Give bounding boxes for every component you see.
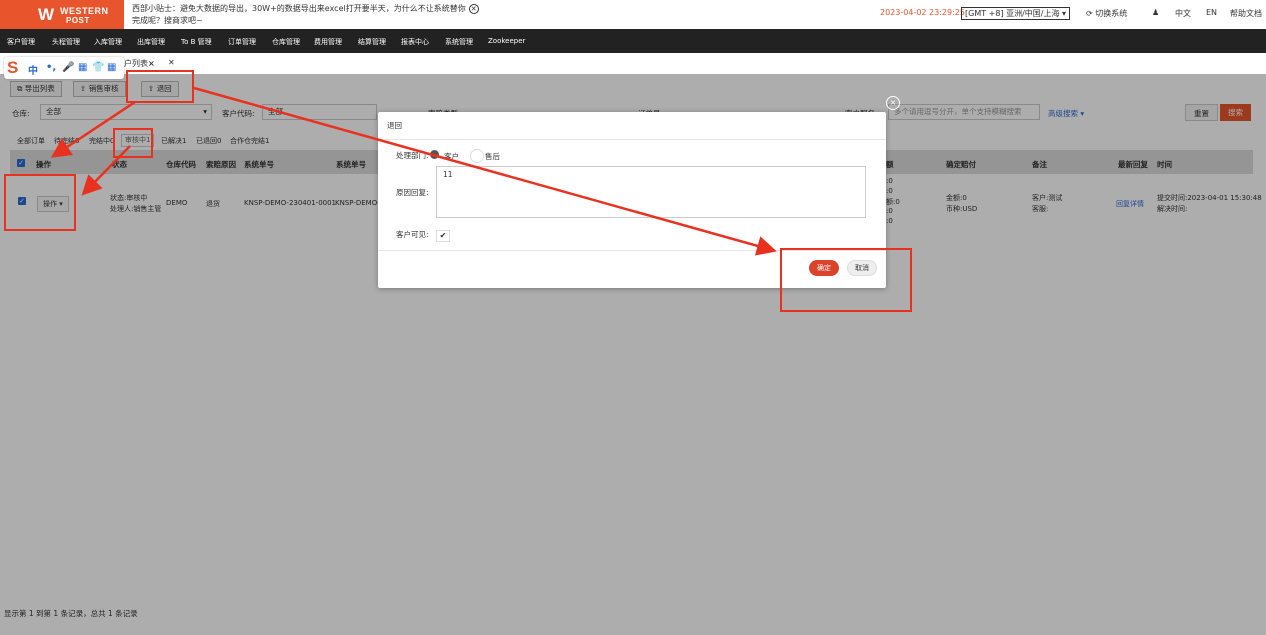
nav-item-tob[interactable]: To B 管理 [181, 37, 212, 47]
nav-item-outbound[interactable]: 出库管理 [137, 37, 165, 47]
annotation-box-row-select [4, 174, 76, 231]
main-nav: 客户管理 头程管理 入库管理 出库管理 To B 管理 订单管理 仓库管理 费用… [0, 29, 1266, 53]
microphone-icon[interactable]: 🎤 [62, 62, 74, 73]
lang-en-button[interactable]: EN [1206, 8, 1217, 17]
logo-text-bottom: POST [66, 16, 90, 25]
dialog-divider [378, 139, 886, 140]
timezone-select[interactable]: [GMT +8] 亚洲/中国/上海 ▾ [961, 7, 1071, 20]
reason-label: 原因回复: [396, 188, 429, 197]
nav-item-inbound[interactable]: 入库管理 [94, 37, 122, 47]
apps-grid-icon[interactable]: ▦ [107, 62, 116, 73]
radio-aftersale[interactable] [470, 149, 484, 163]
nav-item-zookeeper[interactable]: Zookeeper [488, 37, 525, 45]
dialog-title: 退回 [387, 121, 402, 130]
nav-item-firstleg[interactable]: 头程管理 [52, 37, 80, 47]
nav-item-orders[interactable]: 订单管理 [228, 37, 256, 47]
customer-visible-label: 客户可见: [396, 230, 429, 239]
handler-label: 处理部门: [396, 151, 429, 160]
modal-close-icon[interactable]: × [886, 96, 900, 110]
nav-item-warehouse[interactable]: 仓库管理 [272, 37, 300, 47]
close-icon[interactable]: ✕ [168, 58, 175, 67]
chinese-mode-icon[interactable]: 中 [28, 62, 38, 77]
tip-line-2: 完成呢？搜商求吧~ [132, 16, 203, 25]
annotation-box-reviewing-tab [113, 128, 153, 158]
radio-customer-label[interactable]: 客户 [444, 151, 459, 162]
current-datetime: 2023-04-02 23:29:25 [880, 8, 965, 17]
help-docs-link[interactable]: 帮助文档 [1230, 8, 1262, 19]
western-post-logo[interactable]: W WESTERN POST [0, 0, 124, 29]
logo-mark-icon: W [38, 5, 55, 24]
switch-system-button[interactable]: ⟳ 切换系统 [1086, 8, 1127, 19]
lang-cn-button[interactable]: 中文 [1175, 8, 1191, 19]
nav-item-system[interactable]: 系统管理 [445, 37, 473, 47]
nav-item-settlement[interactable]: 结算管理 [358, 37, 386, 47]
top-bar: W WESTERN POST 西部小贴士：避免大数据的导出，30W+的数据导出来… [0, 0, 1266, 29]
ime-toolbar[interactable]: S 中 •, 🎤 ▦ 👕 ▦ [4, 57, 124, 79]
user-icon[interactable]: ♟ [1152, 8, 1159, 17]
annotation-box-confirm [780, 248, 912, 312]
tip-line-1: 西部小贴士：避免大数据的导出，30W+的数据导出来excel打开要半天，为什么不… [132, 3, 479, 14]
radio-aftersale-label[interactable]: 售后 [485, 151, 500, 162]
nav-item-fees[interactable]: 费用管理 [314, 37, 342, 47]
refresh-icon: ⟳ [1086, 9, 1093, 18]
close-icon[interactable]: × [148, 59, 155, 68]
sogou-logo-icon: S [7, 58, 19, 77]
nav-item-reports[interactable]: 报表中心 [401, 37, 429, 47]
skin-icon[interactable]: 👕 [92, 62, 104, 73]
logo-text-top: WESTERN [60, 6, 109, 16]
punctuation-icon[interactable]: •, [46, 62, 56, 73]
reason-textarea[interactable]: 11 [436, 166, 866, 218]
keyboard-icon[interactable]: ▦ [78, 62, 87, 73]
customer-visible-checkbox[interactable]: ✔ [436, 230, 450, 242]
tip-close-icon[interactable]: ✕ [468, 4, 479, 14]
nav-item-customer[interactable]: 客户管理 [7, 37, 35, 47]
annotation-box-return [126, 70, 194, 103]
radio-customer[interactable] [430, 150, 439, 159]
